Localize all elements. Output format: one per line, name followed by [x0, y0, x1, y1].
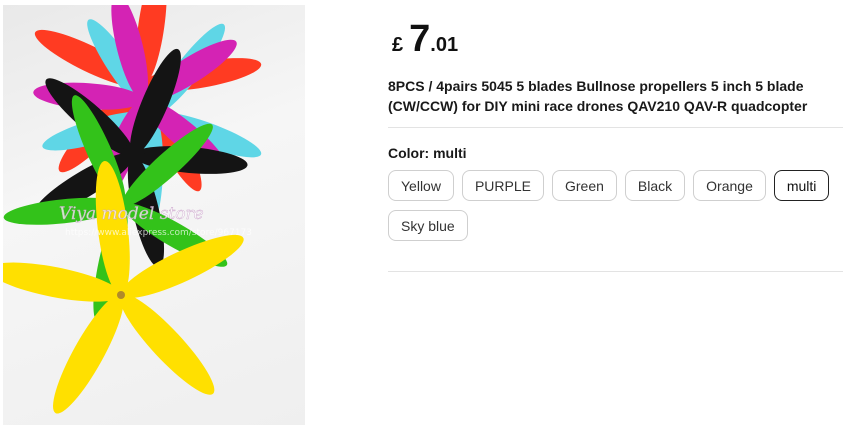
propeller-photo: Viya model store https://www.aliexpress.… — [3, 5, 262, 414]
color-option-orange[interactable]: Orange — [693, 170, 766, 201]
watermark-url: https://www.aliexpress.com/store/967173 — [65, 228, 252, 238]
hub-hole — [117, 291, 125, 299]
color-option-purple[interactable]: PURPLE — [461, 170, 544, 201]
divider — [388, 271, 843, 272]
color-option-multi[interactable]: multi — [773, 170, 830, 201]
price-decimal: .01 — [430, 34, 459, 56]
product-title: 8PCS / 4pairs 5045 5 blades Bullnose pro… — [388, 78, 808, 114]
product-image[interactable]: Viya model store https://www.aliexpress.… — [3, 5, 305, 425]
color-option-yellow[interactable]: Yellow — [388, 170, 454, 201]
color-option-sky-blue[interactable]: Sky blue — [388, 210, 468, 241]
color-option-black[interactable]: Black — [624, 170, 686, 201]
watermark-text: Viya model store — [59, 204, 204, 224]
price-integer: 7 — [409, 18, 431, 60]
divider — [388, 127, 843, 128]
color-selected-value: multi — [433, 145, 467, 161]
color-label: Color: multi — [388, 145, 467, 161]
propeller-hub — [121, 143, 145, 167]
price-currency: £ — [392, 34, 404, 56]
color-options: Yellow PURPLE Green Black Orange multi S… — [388, 170, 843, 241]
color-option-green[interactable]: Green — [552, 170, 617, 201]
color-label-text: Color: — [388, 145, 430, 161]
price: £ 7 .01 — [392, 20, 458, 58]
